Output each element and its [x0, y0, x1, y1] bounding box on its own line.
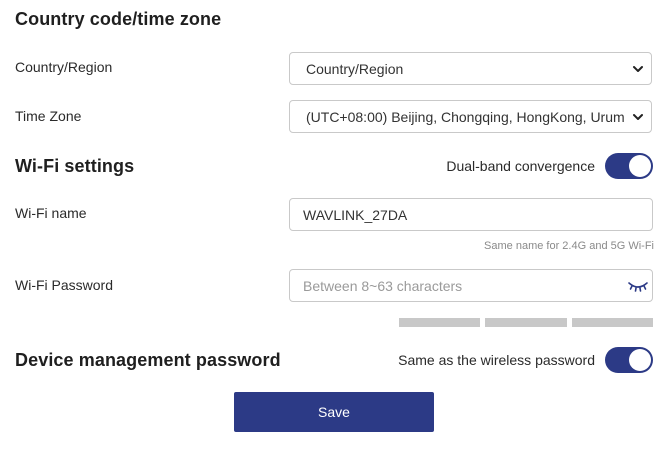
wifi-name-input-value: WAVLINK_27DA — [303, 207, 408, 223]
wifi-name-hint: Same name for 2.4G and 5G Wi-Fi — [484, 240, 654, 252]
toggle-knob — [629, 155, 651, 177]
password-strength-strong — [572, 318, 653, 327]
password-strength-weak — [399, 318, 480, 327]
same-as-wireless-toggle[interactable] — [605, 347, 653, 373]
password-strength-medium — [485, 318, 567, 327]
wifi-name-input[interactable]: WAVLINK_27DA — [289, 198, 653, 231]
time-zone-select-value: (UTC+08:00) Beijing, Chongqing, HongKong… — [306, 109, 624, 125]
wifi-name-label: Wi-Fi name — [15, 205, 87, 221]
eye-closed-icon[interactable] — [628, 279, 648, 293]
wifi-password-label: Wi-Fi Password — [15, 277, 114, 293]
country-section-title: Country code/time zone — [15, 9, 222, 29]
same-as-wireless-label: Same as the wireless password — [398, 352, 595, 368]
save-button[interactable]: Save — [234, 392, 434, 432]
time-zone-label: Time Zone — [15, 108, 82, 124]
time-zone-select[interactable]: (UTC+08:00) Beijing, Chongqing, HongKong… — [289, 100, 652, 133]
chevron-down-icon — [633, 114, 643, 120]
toggle-knob — [629, 349, 651, 371]
dual-band-toggle[interactable] — [605, 153, 653, 179]
country-region-label: Country/Region — [15, 59, 113, 75]
device-password-section-title: Device management password — [15, 350, 281, 370]
country-region-select-value: Country/Region — [306, 61, 404, 77]
wifi-section-title: Wi-Fi settings — [15, 156, 135, 176]
wifi-password-placeholder: Between 8~63 characters — [303, 278, 463, 294]
dual-band-label: Dual-band convergence — [446, 158, 595, 174]
wifi-password-input[interactable]: Between 8~63 characters — [289, 269, 653, 302]
chevron-down-icon — [633, 66, 643, 72]
country-region-select[interactable]: Country/Region — [289, 52, 652, 85]
